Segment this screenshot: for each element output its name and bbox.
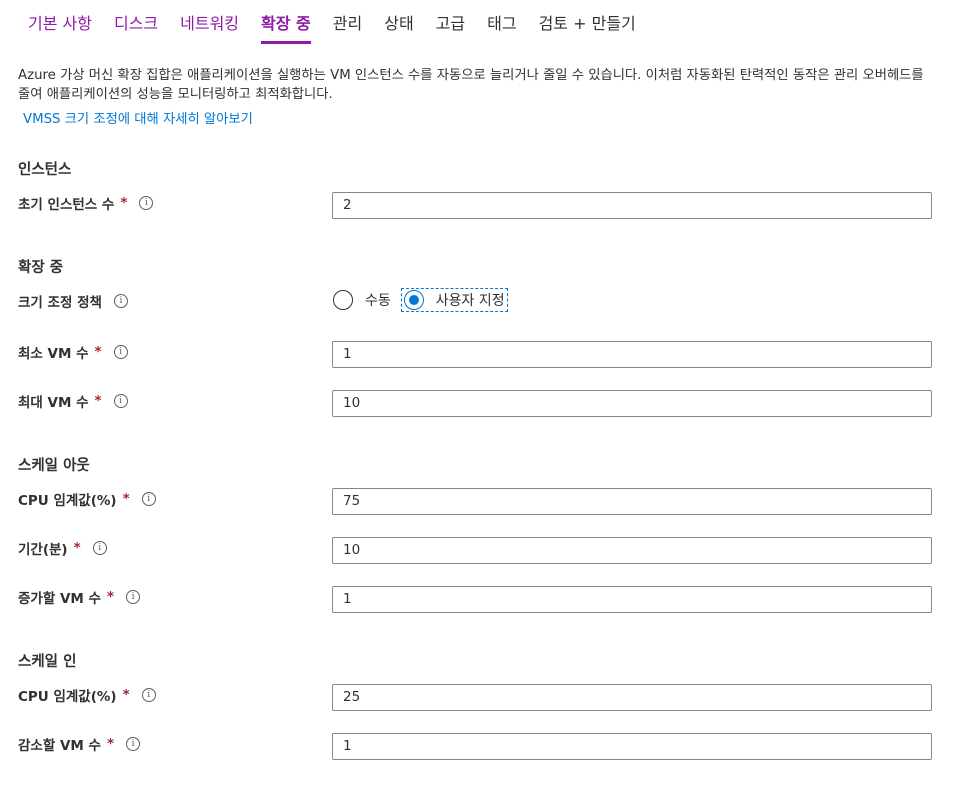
tab-bar: 기본 사항 디스크 네트워킹 확장 중 관리 상태 고급 태그 검토 + 만들기 (28, 10, 658, 46)
info-icon[interactable]: i (113, 294, 128, 308)
scale-in-cpu-threshold-label: CPU 임계값(%) * i (18, 685, 156, 705)
tab-tags[interactable]: 태그 (487, 10, 516, 44)
scaling-policy-label: 크기 조정 정책 i (18, 291, 128, 311)
field-label-text: 최대 VM 수 (18, 395, 89, 411)
field-label-text: 최소 VM 수 (18, 346, 89, 362)
radio-checked-icon (403, 290, 424, 310)
tab-health[interactable]: 상태 (384, 10, 413, 44)
field-label-text: 기간(분) (18, 542, 68, 558)
field-label-text: CPU 임계값(%) (18, 493, 117, 509)
radio-manual[interactable]: 수동 (333, 290, 391, 310)
section-heading-scale-in: 스케일 인 (18, 654, 77, 670)
radio-label: 수동 (365, 293, 391, 309)
section-heading-instances: 인스턴스 (18, 162, 72, 178)
scale-out-increase-input[interactable]: 1 (332, 586, 932, 613)
radio-label: 사용자 지정 (435, 293, 505, 309)
tab-advanced[interactable]: 고급 (436, 10, 465, 44)
tab-review-create[interactable]: 검토 + 만들기 (539, 10, 636, 44)
scale-in-decrease-input[interactable]: 1 (332, 733, 932, 760)
required-asterisk: * (122, 491, 130, 507)
scale-in-decrease-label: 감소할 VM 수 * i (18, 734, 141, 754)
info-icon[interactable]: i (126, 590, 141, 604)
info-icon[interactable]: i (92, 541, 107, 555)
required-asterisk: * (73, 540, 81, 556)
scale-out-cpu-threshold-label: CPU 임계값(%) * i (18, 489, 156, 509)
scale-out-increase-label: 증가할 VM 수 * i (18, 587, 141, 607)
field-label-text: 증가할 VM 수 (18, 591, 101, 607)
scale-out-cpu-threshold-input[interactable]: 75 (332, 488, 932, 515)
scaling-policy-radio-group: 수동 사용자 지정 (333, 288, 508, 312)
scale-out-duration-label: 기간(분) * i (18, 538, 107, 558)
info-icon[interactable]: i (139, 196, 154, 210)
required-asterisk: * (94, 344, 102, 360)
tab-disks[interactable]: 디스크 (114, 10, 158, 44)
tab-networking[interactable]: 네트워킹 (180, 10, 239, 44)
radio-unchecked-icon (333, 290, 353, 310)
radio-dot (408, 295, 419, 305)
required-asterisk: * (106, 736, 115, 752)
max-vm-count-input[interactable]: 10 (332, 390, 932, 417)
tab-management[interactable]: 관리 (333, 10, 362, 44)
section-heading-scale-out: 스케일 아웃 (18, 458, 90, 474)
required-asterisk: * (122, 687, 130, 703)
tab-scaling[interactable]: 확장 중 (261, 10, 311, 44)
scale-in-cpu-threshold-input[interactable]: 25 (332, 684, 932, 711)
field-label-text: 크기 조정 정책 (18, 295, 102, 311)
field-label-text: 감소할 VM 수 (18, 738, 101, 754)
scale-out-duration-input[interactable]: 10 (332, 537, 932, 564)
section-heading-scaling: 확장 중 (18, 260, 64, 276)
required-asterisk: * (120, 195, 128, 211)
initial-instance-count-label: 초기 인스턴스 수 * i (18, 193, 154, 213)
info-icon[interactable]: i (113, 345, 128, 359)
learn-more-link[interactable]: VMSS 크기 조정에 대해 자세히 알아보기 (23, 108, 253, 127)
field-label-text: 초기 인스턴스 수 (18, 197, 115, 213)
scaling-description: Azure 가상 머신 확장 집합은 애플리케이션을 실행하는 VM 인스턴스 … (18, 68, 924, 102)
field-label-text: CPU 임계값(%) (18, 689, 117, 705)
info-icon[interactable]: i (141, 492, 156, 506)
required-asterisk: * (106, 589, 115, 605)
info-icon[interactable]: i (141, 688, 156, 702)
tab-basics[interactable]: 기본 사항 (28, 10, 92, 44)
max-vm-count-label: 최대 VM 수 * i (18, 391, 128, 411)
info-icon[interactable]: i (126, 737, 141, 751)
min-vm-count-label: 최소 VM 수 * i (18, 342, 128, 362)
min-vm-count-input[interactable]: 1 (332, 341, 932, 368)
initial-instance-count-input[interactable]: 2 (332, 192, 932, 219)
required-asterisk: * (94, 393, 102, 409)
radio-custom[interactable]: 사용자 지정 (400, 288, 508, 312)
info-icon[interactable]: i (113, 394, 128, 408)
